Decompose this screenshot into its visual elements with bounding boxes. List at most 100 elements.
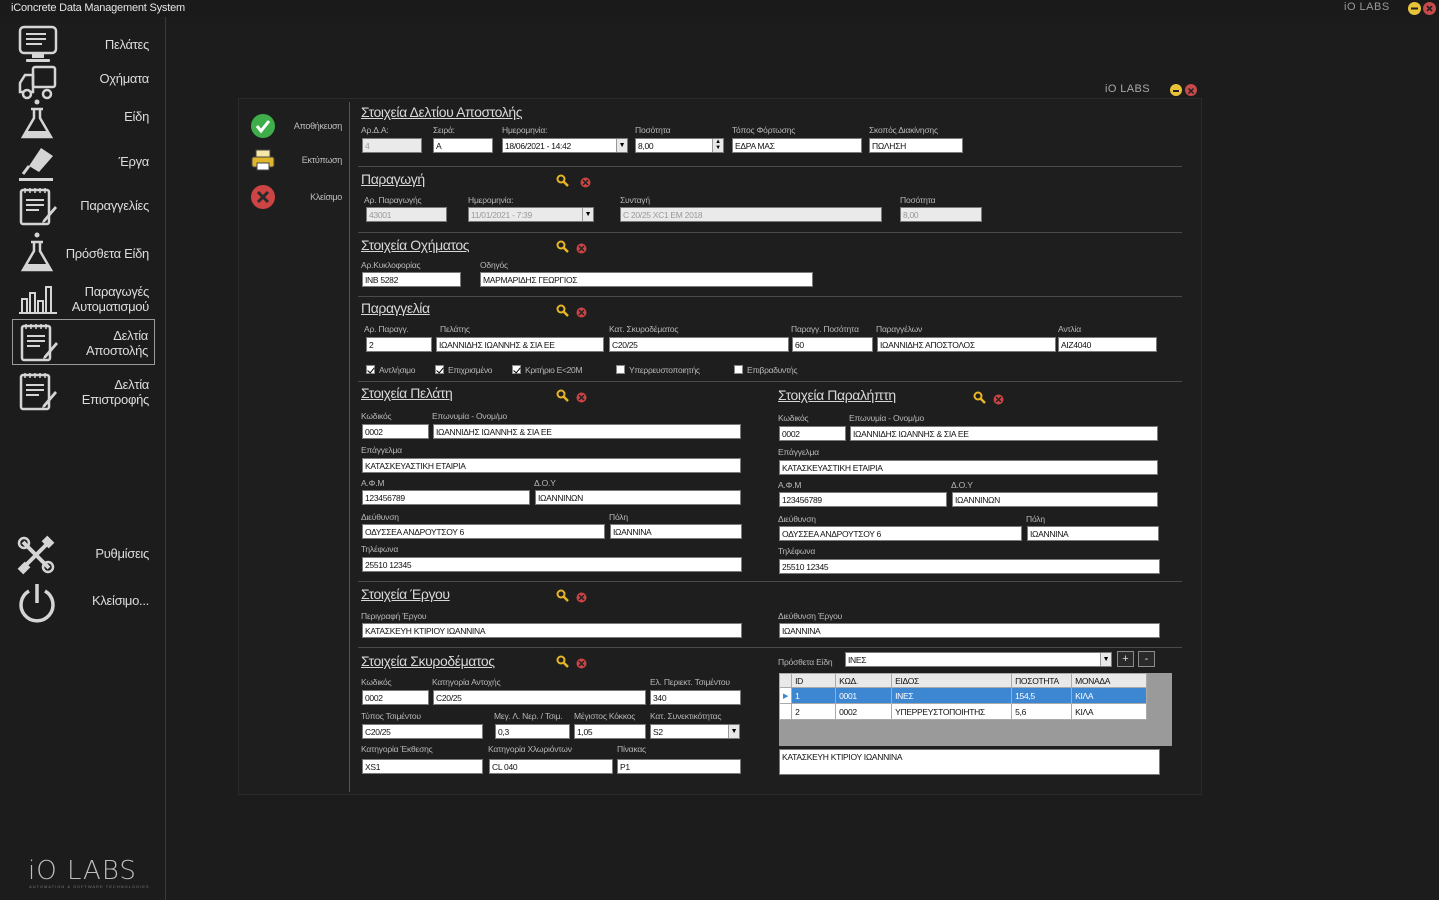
- concrete-cat-field[interactable]: C20/25: [609, 337, 789, 352]
- table-row[interactable]: 2 0002 ΥΠΕΡΡΕΥΣΤΟΠΟΙΗΤΗΣ 5,6 ΚΙΛΑ: [778, 703, 1147, 720]
- loading-place-field[interactable]: ΕΔΡΑ ΜΑΣ: [732, 138, 862, 153]
- purpose-field[interactable]: ΠΩΛΗΣΗ: [869, 138, 963, 153]
- production-no-field[interactable]: 43001: [366, 207, 447, 222]
- sidebar-item-settings[interactable]: Ρυθμίσεις: [12, 532, 155, 578]
- plate-field[interactable]: INB 5282: [362, 272, 461, 287]
- label-production-date: Ημερομηνία:: [468, 195, 514, 205]
- order-customer-field[interactable]: ΙΩΑΝΝΙΔΗΣ ΙΩΑΝΝΗΣ & ΣΙΑ ΕΕ: [436, 337, 604, 352]
- sidebar-item-automation[interactable]: Παραγωγές Αυτοματισμού: [12, 275, 155, 321]
- receiver-afm-field[interactable]: 123456789: [779, 492, 947, 507]
- search-icon[interactable]: [556, 174, 569, 187]
- sidebar-item-exit[interactable]: Κλείσιμο...: [12, 579, 155, 625]
- wc-ratio-field[interactable]: 0,3: [495, 724, 570, 739]
- save-button[interactable]: Αποθήκευση: [248, 112, 348, 140]
- checkbox-pumpable[interactable]: Αντλήσιμο: [366, 365, 415, 377]
- dispatch-qty-stepper[interactable]: 8,00 ▲ ▼: [635, 138, 724, 153]
- minimize-icon[interactable]: [1408, 2, 1421, 15]
- pump-field[interactable]: AIZ4040: [1058, 337, 1157, 352]
- table-row[interactable]: ▶ 1 0001 ΙΝΕΣ 154,5 ΚΙΛΑ: [778, 687, 1147, 704]
- table-field[interactable]: P1: [617, 759, 741, 774]
- customer-addr-field[interactable]: ΟΔΥΣΣΕΑ ΑΝΔΡΟΥΤΣΟΥ 6: [362, 524, 605, 539]
- column-header[interactable]: ΜΟΝΑΔΑ: [1071, 673, 1147, 688]
- strength-field[interactable]: C20/25: [433, 690, 646, 705]
- customer-name-field[interactable]: ΙΩΑΝΝΙΔΗΣ ΙΩΑΝΝΗΣ & ΣΙΑ ΕΕ: [433, 424, 741, 439]
- checkbox-criterion[interactable]: Κριτήριο Ε<20Μ: [512, 365, 583, 377]
- clear-icon[interactable]: [576, 390, 587, 403]
- receiver-name-field[interactable]: ΙΩΑΝΝΙΔΗΣ ΙΩΑΝΝΗΣ & ΣΙΑ ΕΕ: [850, 426, 1158, 441]
- sidebar-item-orders[interactable]: Παραγγελίες: [12, 184, 155, 230]
- search-icon[interactable]: [556, 589, 569, 602]
- max-aggregate-field[interactable]: 1,05: [574, 724, 646, 739]
- close-button[interactable]: Κλείσιμο: [248, 183, 348, 211]
- consistency-select[interactable]: S2 ▼: [650, 724, 740, 739]
- clear-icon[interactable]: [576, 590, 587, 603]
- search-icon[interactable]: [556, 304, 569, 317]
- checkbox-retarder[interactable]: Επιβραδυντής: [734, 365, 798, 377]
- project-addr-field[interactable]: ΙΩΑΝΝΙΝΑ: [779, 623, 1160, 638]
- clear-icon[interactable]: [576, 656, 587, 669]
- receiver-doy-field[interactable]: ΙΩΑΝΝΙΝΩΝ: [952, 492, 1158, 507]
- search-icon[interactable]: [556, 240, 569, 253]
- receiver-job-field[interactable]: ΚΑΤΑΣΚΕΥΑΣΤΙΚΗ ΕΤΑΙΡΙΑ: [779, 460, 1158, 475]
- min-cement-field[interactable]: 340: [650, 690, 741, 705]
- production-date-picker[interactable]: 11/01/2021 - 7:39 ▼: [468, 207, 594, 222]
- recipe-field[interactable]: C 20/25 XC1 EM 2018: [620, 207, 882, 222]
- row-selector[interactable]: ▶: [778, 687, 793, 704]
- customer-job-field[interactable]: ΚΑΤΑΣΚΕΥΑΣΤΙΚΗ ΕΤΑΙΡΙΑ: [362, 458, 741, 473]
- row-selector[interactable]: [778, 703, 793, 720]
- chevron-down-icon[interactable]: ▼: [728, 725, 739, 738]
- production-qty-field[interactable]: 8,00: [900, 207, 982, 222]
- column-header[interactable]: ID: [791, 673, 837, 688]
- dispatch-date-picker[interactable]: 18/06/2021 - 14:42 ▼: [502, 138, 628, 153]
- series-field[interactable]: A: [433, 138, 493, 153]
- exposure-field[interactable]: XS1: [362, 759, 483, 774]
- print-button[interactable]: Εκτύπωση: [248, 146, 348, 174]
- remove-extra-button[interactable]: -: [1138, 651, 1155, 667]
- sidebar-item-extra-items[interactable]: Πρόσθετα Είδη: [12, 230, 155, 276]
- customer-city-field[interactable]: ΙΩΑΝΝΙΝΑ: [610, 524, 742, 539]
- driver-field[interactable]: ΜΑΡΜΑΡΙΔΗΣ ΓΕΩΡΓΙΟΣ: [480, 272, 813, 287]
- sidebar-item-projects[interactable]: Έργα: [12, 140, 155, 186]
- checkbox-superplasticizer[interactable]: Υπερρευστοποιητής: [616, 365, 700, 377]
- project-desc-field[interactable]: ΚΑΤΑΣΚΕΥΗ ΚΤΙΡΙΟΥ ΙΩΑΝΝΙΝΑ: [362, 623, 742, 638]
- clear-icon[interactable]: [576, 241, 587, 254]
- order-qty-field[interactable]: 60: [792, 337, 873, 352]
- clear-icon[interactable]: [580, 175, 591, 188]
- cement-type-field[interactable]: C20/25: [362, 724, 483, 739]
- notes-textarea[interactable]: ΚΑΤΑΣΚΕΥΗ ΚΤΙΡΙΟΥ ΙΩΑΝΝΙΝΑ: [779, 749, 1160, 775]
- search-icon[interactable]: [973, 391, 986, 404]
- search-icon[interactable]: [556, 389, 569, 402]
- add-extra-button[interactable]: +: [1117, 651, 1134, 667]
- receiver-code-field[interactable]: 0002: [779, 426, 846, 441]
- column-header[interactable]: ΚΩΔ.: [835, 673, 893, 688]
- stepper-arrows-icon[interactable]: ▲ ▼: [712, 139, 723, 152]
- order-no-field[interactable]: 2: [366, 337, 432, 352]
- customer-afm-field[interactable]: 123456789: [362, 490, 530, 505]
- close-icon[interactable]: [1185, 84, 1197, 96]
- chlorides-field[interactable]: CL 040: [489, 759, 613, 774]
- concrete-code-field[interactable]: 0002: [362, 690, 429, 705]
- receiver-city-field[interactable]: ΙΩΑΝΝΙΝΑ: [1027, 526, 1159, 541]
- sidebar-item-return-notes[interactable]: Δελτία Επιστροφής: [12, 369, 155, 415]
- customer-phone-field[interactable]: 25510 12345: [362, 557, 742, 572]
- chevron-down-icon[interactable]: ▼: [1100, 653, 1111, 666]
- receiver-addr-field[interactable]: ΟΔΥΣΣΕΑ ΑΝΔΡΟΥΤΣΟΥ 6: [779, 526, 1022, 541]
- column-header[interactable]: ΠΟΣΟΤΗΤΑ: [1011, 673, 1073, 688]
- dispatch-no-field[interactable]: 4: [362, 138, 422, 153]
- customer-code-field[interactable]: 0002: [362, 424, 429, 439]
- clear-icon[interactable]: [576, 305, 587, 318]
- sidebar-item-items[interactable]: Είδη: [12, 97, 155, 143]
- clear-icon[interactable]: [993, 392, 1004, 405]
- column-header[interactable]: ΕΙΔΟΣ: [891, 673, 1013, 688]
- chevron-down-icon[interactable]: ▼: [582, 208, 593, 221]
- orderer-field[interactable]: ΙΩΑΝΝΙΔΗΣ ΑΠΟΣΤΟΛΟΣ: [877, 337, 1056, 352]
- minimize-icon[interactable]: [1170, 84, 1182, 96]
- chevron-down-icon[interactable]: ▼: [616, 139, 627, 152]
- checkbox-coated[interactable]: Επιχρισμένο: [435, 365, 493, 377]
- extra-item-select[interactable]: ΙΝΕΣ ▼: [845, 652, 1112, 667]
- search-icon[interactable]: [556, 655, 569, 668]
- close-icon[interactable]: [1423, 2, 1436, 15]
- receiver-phone-field[interactable]: 25510 12345: [779, 559, 1160, 574]
- customer-doy-field[interactable]: ΙΩΑΝΝΙΝΩΝ: [535, 490, 741, 505]
- sidebar-item-delivery-notes[interactable]: Δελτία Αποστολής: [12, 319, 155, 365]
